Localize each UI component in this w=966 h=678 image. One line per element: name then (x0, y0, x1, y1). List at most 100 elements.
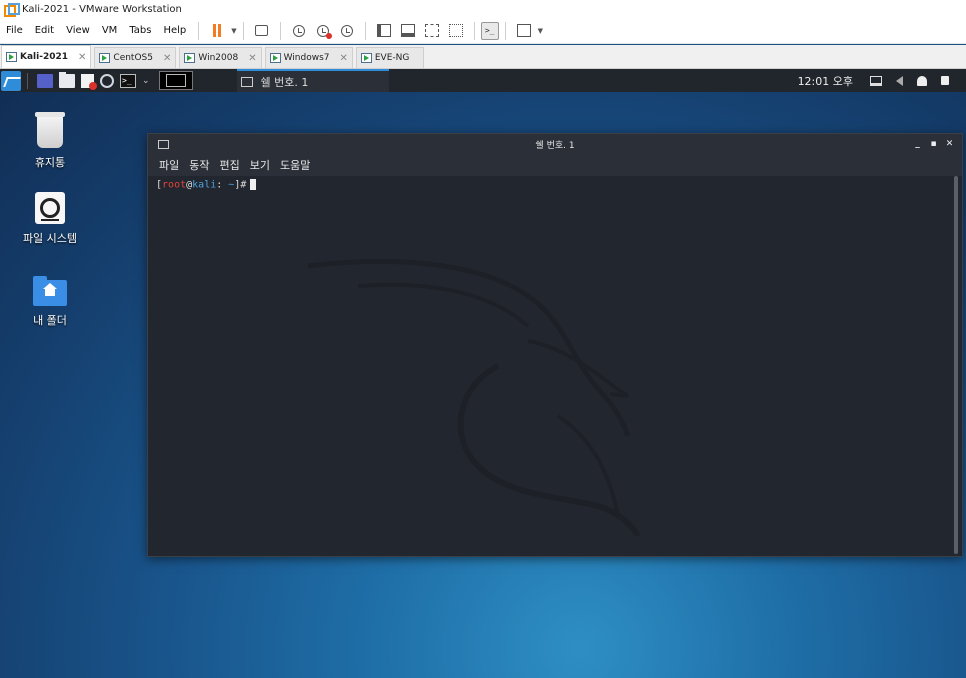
vm-tab-eve-ng[interactable]: EVE-NG (355, 47, 425, 68)
notification-bell-icon[interactable] (917, 75, 927, 86)
terminal-icon (240, 76, 253, 87)
toolbar-separator (279, 21, 281, 40)
vm-tab-label: EVE-NG (374, 53, 410, 63)
prompt-symbol: # (240, 179, 247, 191)
vm-running-icon (269, 53, 281, 63)
take-snapshot-button[interactable] (290, 22, 308, 40)
vm-tab-label: CentOS5 (113, 53, 153, 63)
fullscreen-icon (424, 24, 439, 37)
kali-dragon-watermark-icon (307, 258, 641, 536)
terminal-menubar: 파일 동작 편집 보기 도움말 (148, 154, 962, 176)
menu-tabs[interactable]: Tabs (123, 25, 157, 36)
panel-tray: 12:01 오후 (798, 73, 966, 89)
full-screen-button[interactable] (423, 22, 441, 40)
unity-icon (448, 24, 463, 37)
taskbar-terminal-button[interactable]: 쉘 번호. 1 (236, 69, 389, 92)
toolbar-separator (242, 21, 244, 40)
menu-help[interactable]: Help (157, 25, 192, 36)
snapshot-manager-button[interactable] (338, 22, 356, 40)
terminal-menu-view[interactable]: 보기 (245, 157, 275, 173)
volume-icon[interactable] (896, 75, 903, 86)
prompt-host: kali (192, 179, 217, 191)
toolbar-separator (198, 21, 200, 40)
hard-drive-icon (35, 192, 65, 224)
revert-snapshot-button[interactable] (314, 22, 332, 40)
power-dropdown-icon[interactable]: ▼ (231, 27, 236, 35)
show-thumbnail-bar-button[interactable] (399, 22, 417, 40)
stretch-guest-button[interactable] (515, 22, 533, 40)
minimize-icon[interactable]: _ (911, 138, 924, 151)
pause-vm-button[interactable] (208, 22, 226, 40)
terminal-menu-help[interactable]: 도움말 (275, 157, 315, 173)
console-view-button[interactable]: >_ (480, 21, 499, 40)
terminal-window[interactable]: 쉘 번호. 1 _ ▪ ✕ 파일 동작 편집 보기 도움말 [root@kali… (147, 133, 963, 557)
desktop-icon-label: 휴지통 (34, 156, 66, 169)
home-folder-icon (33, 276, 67, 306)
close-icon[interactable]: ✕ (943, 138, 956, 151)
workspace-switcher[interactable] (158, 71, 193, 90)
menu-view[interactable]: View (60, 25, 96, 36)
vm-tab-windows7[interactable]: Windows7 ✕ (264, 47, 353, 68)
desktop-icon-home-folder[interactable]: 내 폴더 (0, 274, 100, 328)
vm-running-icon (184, 53, 196, 63)
web-browser-icon[interactable] (100, 73, 114, 88)
launcher-dropdown-icon[interactable]: ⌄ (142, 76, 150, 86)
vm-running-icon (6, 52, 17, 62)
terminal-scrollbar[interactable] (954, 176, 958, 554)
terminal-menu-file[interactable]: 파일 (154, 157, 184, 173)
toolbar-separator (504, 21, 506, 40)
close-tab-icon[interactable]: ✕ (78, 52, 86, 63)
prompt-user: root (162, 179, 187, 191)
keyboard-icon (255, 25, 269, 36)
vm-tab-centos5[interactable]: CentOS5 ✕ (94, 47, 177, 68)
unity-button[interactable] (447, 22, 465, 40)
terminal-prompt-line: [root@kali: ~]# (156, 179, 954, 191)
menu-vm[interactable]: VM (96, 25, 123, 36)
snapshot-icon (292, 24, 305, 37)
terminal-title-bar[interactable]: 쉘 번호. 1 _ ▪ ✕ (148, 134, 962, 154)
show-desktop-icon[interactable] (37, 73, 53, 88)
panel-clock[interactable]: 12:01 오후 (798, 73, 853, 89)
vm-tab-kali[interactable]: Kali-2021 ✕ (1, 45, 92, 68)
toolbar-separator (364, 21, 366, 40)
desktop-icon-trash[interactable]: 휴지통 (0, 112, 100, 170)
close-tab-icon[interactable]: ✕ (339, 53, 347, 64)
vm-tab-win2008[interactable]: Win2008 ✕ (179, 47, 262, 68)
stretch-dropdown-icon[interactable]: ▼ (538, 27, 543, 35)
show-library-button[interactable] (375, 22, 393, 40)
file-manager-icon[interactable] (59, 71, 75, 88)
kali-menu-icon[interactable] (1, 70, 21, 91)
close-tab-icon[interactable]: ✕ (163, 53, 171, 64)
maximize-icon[interactable]: ▪ (927, 138, 940, 151)
terminal-output[interactable]: [root@kali: ~]# (148, 176, 962, 556)
text-editor-icon[interactable] (81, 73, 97, 90)
vm-tab-label: Windows7 (283, 53, 330, 63)
vmware-logo-icon (4, 3, 20, 17)
menu-edit[interactable]: Edit (29, 25, 60, 36)
display-icon[interactable] (870, 75, 882, 86)
terminal-menu-actions[interactable]: 동작 (184, 157, 214, 173)
trash-icon (35, 112, 65, 148)
desktop-icon-label: 파일 시스템 (22, 232, 78, 245)
terminal-launcher-icon[interactable]: >_ (120, 73, 136, 88)
desktop-icon-label: 내 폴더 (33, 314, 67, 327)
library-icon (376, 24, 391, 37)
vmware-menubar: File Edit View VM Tabs Help ▼ >_ ▼ (0, 18, 966, 44)
stretch-icon (516, 24, 531, 37)
panel-separator (27, 72, 28, 89)
terminal-title: 쉘 번호. 1 (535, 140, 575, 151)
window-title: Kali-2021 - VMware Workstation (22, 3, 182, 15)
desktop-icon-file-system[interactable]: 파일 시스템 (0, 192, 100, 246)
taskbar-label: 쉘 번호. 1 (260, 75, 309, 89)
vm-running-icon (99, 53, 111, 63)
prompt-separator: : (216, 179, 229, 191)
lock-icon[interactable] (941, 76, 949, 85)
thumbnail-icon (400, 24, 415, 37)
vm-tab-bar: Kali-2021 ✕ CentOS5 ✕ Win2008 ✕ Windows7… (0, 45, 966, 69)
terminal-cursor (250, 179, 257, 190)
terminal-menu-edit[interactable]: 편집 (215, 157, 245, 173)
close-tab-icon[interactable]: ✕ (248, 53, 256, 64)
send-ctrl-alt-del-button[interactable] (253, 22, 271, 40)
menu-file[interactable]: File (0, 25, 29, 36)
window-controls: _ ▪ ✕ (908, 138, 962, 151)
